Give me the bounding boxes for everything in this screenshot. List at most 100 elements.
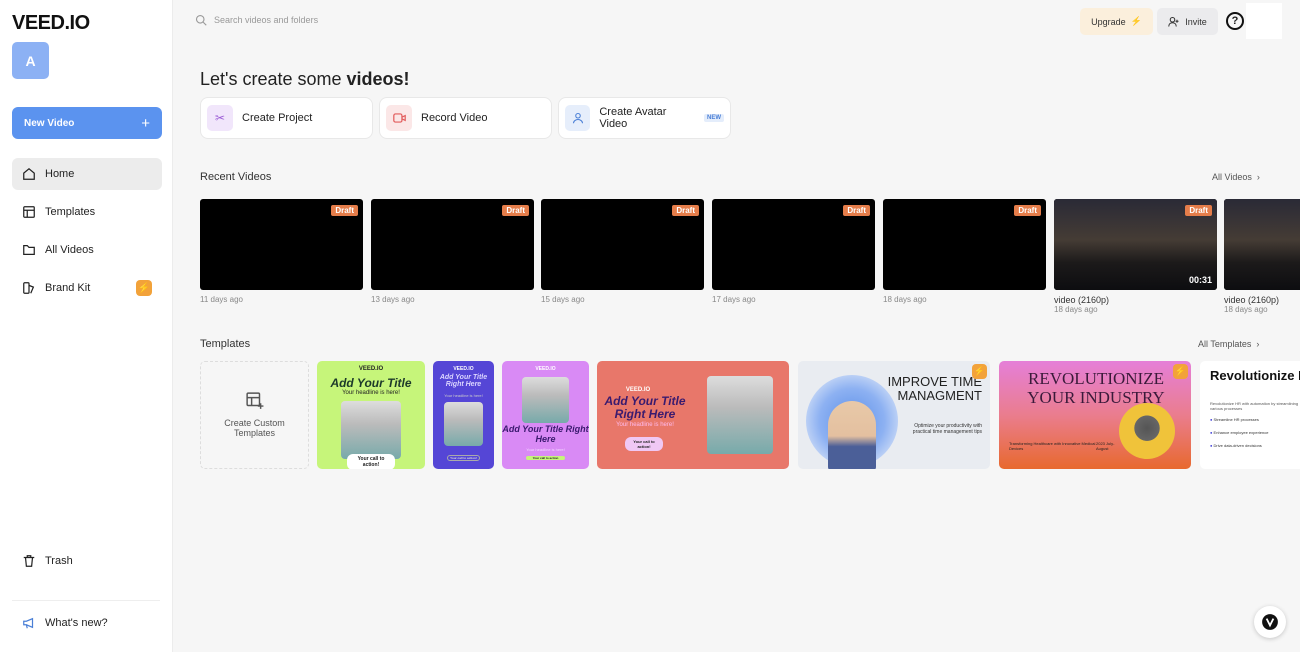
- home-icon: [23, 167, 35, 180]
- title-bold: videos!: [346, 69, 410, 89]
- video-date: 18 days ago: [1224, 305, 1268, 314]
- action-label: Record Video: [421, 112, 488, 124]
- help-icon[interactable]: ?: [1226, 12, 1244, 30]
- video-thumbnail[interactable]: Draft: [541, 199, 704, 290]
- video-meta: 11 days ago: [200, 295, 243, 304]
- video-thumbnail[interactable]: [1224, 199, 1300, 290]
- template-card[interactable]: Revolutionize HR with Automation Revolut…: [1200, 361, 1300, 469]
- premium-bolt-icon: ⚡: [1173, 364, 1188, 379]
- draft-badge: Draft: [331, 205, 358, 216]
- list-item-text: Enhance employee experience: [1213, 430, 1269, 435]
- template-list-item: ● Drive data-driven decisions: [1210, 443, 1262, 448]
- template-title: Add Your Title: [330, 376, 412, 390]
- all-videos-link[interactable]: All Videos ›: [1212, 172, 1260, 182]
- custom-template-label: Create Custom Templates: [224, 418, 285, 438]
- list-item-text: Streamline HR processes: [1213, 417, 1259, 422]
- draft-badge: Draft: [843, 205, 870, 216]
- sidebar-item-label: Brand Kit: [45, 282, 91, 294]
- search-input[interactable]: Search videos and folders: [195, 14, 318, 26]
- template-subtitle: Transforming Healthcare with Innovative …: [1009, 441, 1096, 451]
- template-card[interactable]: VEED.IO Add Your Title Right Here Your h…: [597, 361, 789, 469]
- template-title: Add Your Title Right Here: [502, 424, 589, 444]
- draft-badge: Draft: [672, 205, 699, 216]
- template-brand: VEED.IO: [535, 366, 556, 372]
- template-title: REVOLUTIONIZE YOUR INDUSTRY: [1027, 369, 1165, 407]
- list-item-text: Drive data-driven decisions: [1213, 443, 1262, 448]
- template-cta: Your call to action!: [347, 454, 395, 469]
- video-thumbnail[interactable]: Draft: [200, 199, 363, 290]
- template-cta: Your call to action!: [447, 455, 480, 461]
- sidebar-item-all-videos[interactable]: All Videos: [12, 234, 162, 266]
- sidebar-item-trash[interactable]: Trash: [12, 545, 162, 577]
- add-user-icon: [1168, 16, 1179, 27]
- veed-logo[interactable]: VEED.IO: [12, 12, 90, 35]
- sidebar-item-home[interactable]: Home: [12, 158, 162, 190]
- sidebar-item-label: Trash: [45, 555, 73, 567]
- new-badge: NEW: [704, 114, 724, 122]
- all-templates-link[interactable]: All Templates ›: [1198, 339, 1259, 349]
- video-thumbnail[interactable]: Draft: [371, 199, 534, 290]
- template-card[interactable]: IMPROVE TIME MANAGMENT Optimize your pro…: [798, 361, 990, 469]
- plus-icon: +: [141, 114, 150, 132]
- template-card[interactable]: VEED.IO Add Your Title Right Here Your h…: [502, 361, 589, 469]
- video-meta: 17 days ago: [712, 295, 756, 304]
- search-icon: [195, 14, 207, 26]
- template-subtitle: Your headline is here!: [616, 422, 674, 428]
- new-video-button[interactable]: New Video +: [12, 107, 162, 139]
- template-card[interactable]: VEED.IO Add Your Title Right Here Your h…: [433, 361, 494, 469]
- template-brand: VEED.IO: [453, 366, 474, 372]
- video-thumbnail[interactable]: Draft 00:31: [1054, 199, 1217, 290]
- sidebar-item-templates[interactable]: Templates: [12, 196, 162, 228]
- sidebar-item-label: Home: [45, 168, 75, 180]
- record-video-button[interactable]: Record Video: [379, 97, 552, 139]
- video-meta: video (2160p) 18 days ago: [1054, 295, 1109, 315]
- sidebar-item-label: All Videos: [45, 244, 94, 256]
- template-photo: [341, 401, 401, 459]
- create-project-button[interactable]: ✂ Create Project: [200, 97, 373, 139]
- support-chat-button[interactable]: [1254, 606, 1286, 638]
- bolt-icon: ⚡: [136, 280, 152, 296]
- template-subtitle: Your headline is here!: [342, 390, 400, 396]
- scissors-icon: ✂: [207, 105, 233, 131]
- upgrade-button[interactable]: Upgrade ⚡: [1080, 8, 1153, 35]
- template-add-icon: [245, 392, 263, 409]
- template-brand: VEED.IO: [625, 387, 651, 393]
- trash-icon: [23, 555, 35, 567]
- template-title: Add Your Title Right Here: [439, 374, 488, 388]
- new-video-label: New Video: [24, 117, 75, 129]
- invite-label: Invite: [1185, 16, 1207, 27]
- video-thumbnail[interactable]: Draft: [712, 199, 875, 290]
- premium-bolt-icon: ⚡: [972, 364, 987, 379]
- workspace-avatar[interactable]: A: [12, 42, 49, 79]
- draft-badge: Draft: [1014, 205, 1041, 216]
- video-thumbnail[interactable]: Draft: [883, 199, 1046, 290]
- template-cta: Your call to action: [526, 456, 565, 460]
- create-avatar-video-button[interactable]: Create Avatar Video NEW: [558, 97, 731, 139]
- template-photo: [707, 376, 773, 454]
- template-card[interactable]: VEED.IO Add Your Title Your headline is …: [317, 361, 425, 469]
- sidebar-item-brand-kit[interactable]: Brand Kit ⚡: [12, 272, 162, 304]
- sidebar-item-label: Templates: [45, 206, 96, 218]
- action-label: Create Project: [242, 112, 313, 124]
- whats-new-button[interactable]: What's new?: [12, 607, 162, 639]
- draft-badge: Draft: [1185, 205, 1212, 216]
- search-placeholder: Search videos and folders: [214, 15, 319, 25]
- invite-button[interactable]: Invite: [1157, 8, 1218, 35]
- template-cta: Your call to action!: [625, 437, 663, 451]
- video-meta: video (2160p) 18 days ago: [1224, 295, 1279, 315]
- record-icon: [386, 105, 412, 131]
- template-photo: [444, 402, 483, 446]
- template-title: Revolutionize HR with Automation: [1210, 369, 1300, 383]
- all-videos-label: All Videos: [1212, 172, 1252, 182]
- page-title: Let's create some videos!: [200, 69, 410, 90]
- video-meta: 18 days ago: [883, 295, 927, 304]
- video-date: 18 days ago: [1054, 305, 1098, 314]
- template-subtitle: Revolutionize HR with automation by stre…: [1210, 401, 1299, 411]
- templates-heading: Templates: [200, 338, 251, 350]
- profile-area[interactable]: [1246, 3, 1282, 39]
- template-card[interactable]: REVOLUTIONIZE YOUR INDUSTRY Transforming…: [999, 361, 1191, 469]
- video-title: video (2160p): [1054, 295, 1110, 305]
- template-brand: VEED.IO: [358, 366, 384, 372]
- create-custom-template-button[interactable]: Create Custom Templates: [200, 361, 309, 469]
- video-meta: 15 days ago: [541, 295, 585, 304]
